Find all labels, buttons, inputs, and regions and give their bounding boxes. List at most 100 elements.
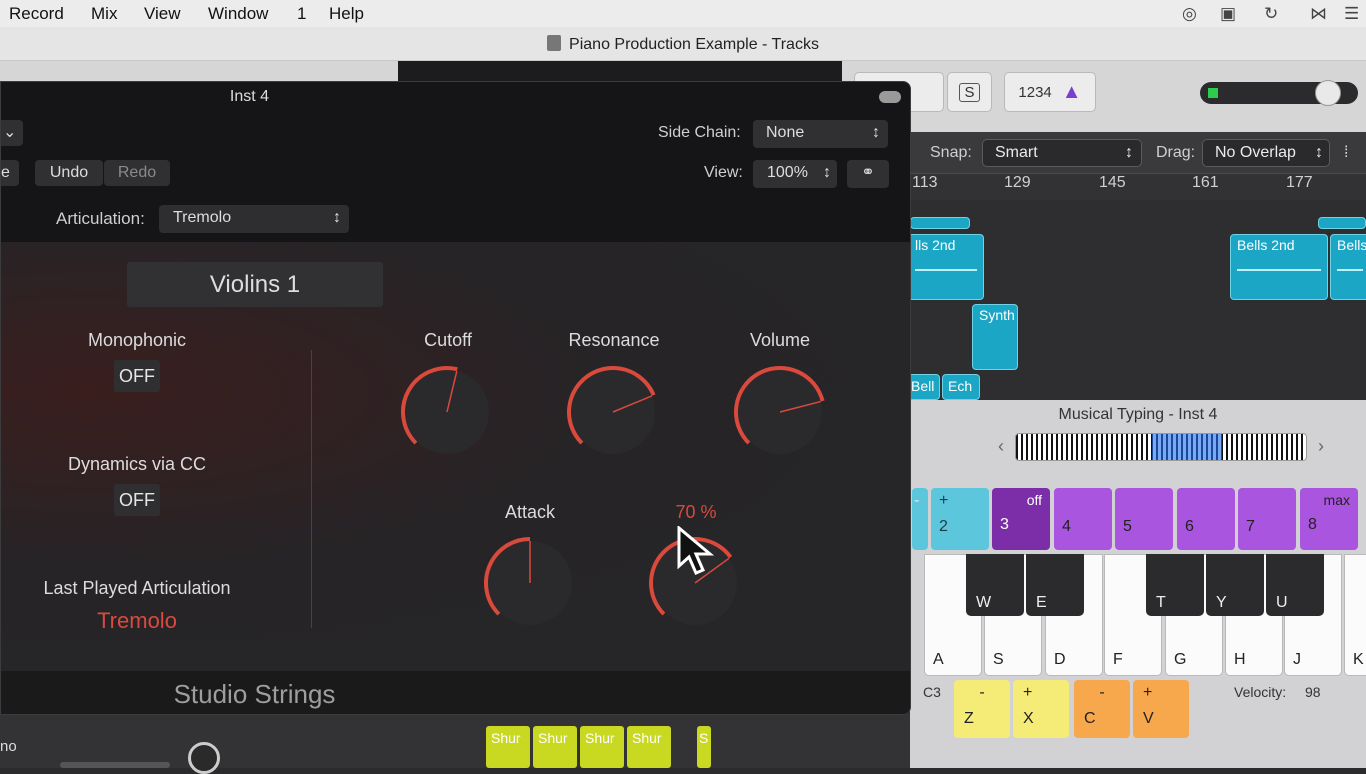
snap-select[interactable]: Smart ↕	[982, 139, 1142, 167]
key-letter: V	[1143, 710, 1154, 727]
region-shur[interactable]: Shur	[486, 726, 530, 768]
region-bells-2nd[interactable]: Bells 2nd	[1230, 234, 1328, 300]
musical-typing-title: Musical Typing - Inst 4	[1058, 406, 1218, 423]
master-volume-slider[interactable]	[1200, 80, 1358, 106]
region-shur[interactable]: Shur	[533, 726, 577, 768]
track-name: no	[0, 738, 17, 755]
updown-icon: ↕	[872, 124, 880, 141]
black-key-t[interactable]: T	[1146, 554, 1204, 616]
black-key-e[interactable]: E	[1026, 554, 1084, 616]
ruler[interactable]: 113 129 145 161 177	[910, 174, 1366, 200]
updown-icon: ↕	[823, 164, 831, 181]
compare-button[interactable]: e	[1, 160, 19, 186]
fader[interactable]	[60, 762, 170, 768]
project-icon	[547, 35, 562, 51]
redo-button[interactable]: Redo	[104, 160, 170, 186]
key-symbol: -	[1099, 684, 1105, 701]
view-value: 100%	[767, 164, 808, 181]
key-7[interactable]: 7	[1238, 488, 1296, 550]
region-bell[interactable]: Bell	[908, 374, 940, 400]
screen-record-icon[interactable]: ▣	[1220, 4, 1236, 24]
key-z[interactable]: -Z	[954, 680, 1010, 738]
key-letter: Z	[964, 710, 974, 727]
key-v[interactable]: + V	[1133, 680, 1189, 738]
velocity-value[interactable]: 98	[1305, 684, 1321, 700]
key-letter: 7	[1246, 518, 1255, 535]
key-6[interactable]: 6	[1177, 488, 1235, 550]
black-key-u[interactable]: U	[1266, 554, 1324, 616]
region-bells[interactable]: lls 2nd	[908, 234, 984, 300]
key-4[interactable]: 4	[1054, 488, 1112, 550]
region-shur[interactable]: Shur	[627, 726, 671, 768]
region-synth[interactable]: Synth	[972, 304, 1018, 370]
key-5[interactable]: 5	[1115, 488, 1173, 550]
region-ech[interactable]: Ech	[942, 374, 980, 400]
bluetooth-icon[interactable]: ⋈	[1310, 4, 1327, 24]
key-symbol: +	[1143, 684, 1153, 701]
menu-view[interactable]: View	[144, 4, 181, 24]
black-key-y[interactable]: Y	[1206, 554, 1264, 616]
ruler-label: 177	[1286, 174, 1313, 191]
region[interactable]	[1318, 217, 1366, 229]
menu-mix[interactable]: Mix	[91, 4, 117, 24]
drag-value: No Overlap	[1215, 144, 1296, 161]
mouse-cursor-icon	[677, 526, 715, 575]
keyboard-range-view[interactable]	[1015, 433, 1307, 461]
region-label: Bells 2nd	[1237, 237, 1295, 253]
count-in-button[interactable]: 1234 ▲	[1004, 72, 1096, 112]
side-chain-select[interactable]: None ↕	[753, 120, 888, 148]
key-octave-down[interactable]: -	[912, 488, 928, 550]
black-key-w[interactable]: W	[966, 554, 1024, 616]
region-shur[interactable]: S	[697, 726, 711, 768]
articulation-select[interactable]: Tremolo ↕	[159, 205, 349, 233]
region[interactable]	[910, 217, 970, 229]
link-button[interactable]: ⚭	[847, 160, 889, 188]
ruler-label: 145	[1099, 174, 1126, 191]
drag-select[interactable]: No Overlap ↕	[1202, 139, 1330, 167]
solo-button[interactable]: S	[947, 72, 992, 112]
chevron-right-icon[interactable]: ›	[1318, 436, 1324, 457]
resonance-knob[interactable]	[565, 364, 661, 460]
keyboard-range-highlight[interactable]	[1152, 434, 1222, 460]
pan-knob-icon[interactable]	[188, 742, 220, 774]
wifi-icon[interactable]: ☰	[1344, 4, 1359, 24]
chevron-left-icon[interactable]: ‹	[998, 436, 1004, 457]
slider-knob[interactable]	[1315, 80, 1341, 106]
view-label: View:	[704, 164, 743, 181]
key-symbol: -	[914, 492, 920, 509]
menu-help[interactable]: Help	[329, 4, 364, 24]
region-label: lls 2nd	[915, 237, 956, 253]
plugin-collapse-button[interactable]	[879, 91, 901, 103]
key-3[interactable]: off 3	[992, 488, 1050, 550]
cutoff-knob[interactable]	[399, 364, 495, 460]
key-c[interactable]: -C	[1074, 680, 1130, 738]
attack-label: Attack	[504, 502, 556, 522]
region-bells-b[interactable]: Bells	[1330, 234, 1366, 300]
creative-cloud-icon[interactable]: ◎	[1182, 4, 1197, 24]
dynamics-toggle[interactable]: OFF	[114, 484, 160, 516]
key-8[interactable]: max 8	[1300, 488, 1358, 550]
view-select[interactable]: 100% ↕	[753, 160, 837, 188]
region-label: Ech	[948, 378, 973, 394]
attack-knob[interactable]	[482, 535, 578, 631]
cutoff-label: Cutoff	[424, 330, 472, 350]
undo-button[interactable]: Undo	[35, 160, 103, 186]
key-letter: X	[1023, 710, 1034, 727]
updown-icon: ↕	[333, 209, 341, 226]
ruler-label: 161	[1192, 174, 1219, 191]
key-x[interactable]: + X	[1013, 680, 1069, 738]
volume-knob[interactable]	[732, 364, 828, 460]
menu-record[interactable]: Record	[9, 4, 64, 24]
white-key-k[interactable]: K	[1344, 554, 1366, 676]
waveform-icon[interactable]: ⁞	[1344, 144, 1348, 162]
time-machine-icon[interactable]: ↻	[1264, 4, 1278, 24]
monophonic-toggle[interactable]: OFF	[114, 360, 160, 392]
tracks-area: Snap: Smart ↕ Drag: No Overlap ↕ ⁞ 113 129…	[908, 132, 1366, 400]
drag-label: Drag:	[1156, 144, 1196, 161]
key-2[interactable]: +2	[931, 488, 989, 550]
menu-1[interactable]: 1	[297, 4, 306, 24]
preset-menu[interactable]: ⌄	[1, 120, 23, 146]
region-shur[interactable]: Shur	[580, 726, 624, 768]
menu-window[interactable]: Window	[208, 4, 268, 24]
release-value-label: 70 %	[675, 502, 717, 522]
